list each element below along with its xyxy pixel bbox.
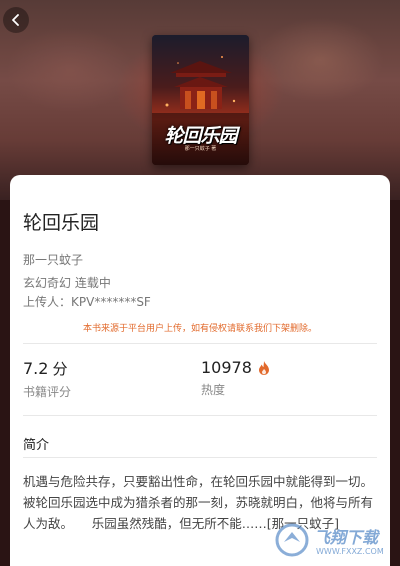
- watermark-text: 飞翔下载: [314, 528, 379, 547]
- book-author[interactable]: 那一只蚊子: [23, 251, 83, 268]
- divider: [23, 343, 377, 344]
- copyright-notice: 本书来源于平台用户上传，如有侵权请联系我们下架删除。: [82, 324, 317, 334]
- rating-unit: 分: [52, 360, 68, 378]
- watermark-url: WWW.FXXZ.COM: [316, 547, 384, 556]
- back-button[interactable]: [3, 7, 29, 33]
- book-detail-card: 轮回乐园 那一只蚊子 玄幻奇幻 连载中 上传人：KPV*******SF 本书来…: [10, 175, 390, 566]
- synopsis-title: 简介: [23, 438, 50, 453]
- heat-label: 热度: [201, 383, 226, 397]
- book-cover[interactable]: 轮回乐园 那一只蚊子 著: [152, 35, 249, 165]
- book-title: 轮回乐园: [23, 212, 100, 234]
- fire-icon: [258, 360, 269, 375]
- cover-title: 轮回乐园: [164, 125, 237, 147]
- chevron-left-icon: [12, 14, 19, 26]
- rating-label: 书籍评分: [23, 385, 72, 399]
- site-watermark: 飞翔下载 WWW.FXXZ.COM: [274, 520, 392, 560]
- book-genre-status: 玄幻奇幻 连载中: [23, 276, 111, 290]
- watermark-logo-icon: [275, 523, 309, 557]
- book-uploader: 上传人：KPV*******SF: [23, 295, 151, 309]
- rating-stat: 7.2 分 书籍评分: [23, 358, 71, 400]
- cover-subtitle: 那一只蚊子 著: [184, 146, 217, 152]
- divider: [23, 415, 377, 416]
- heat-value: 10978: [201, 358, 252, 377]
- rating-value: 7.2: [23, 359, 49, 378]
- divider: [23, 457, 377, 458]
- heat-stat: 10978 热度: [201, 358, 270, 398]
